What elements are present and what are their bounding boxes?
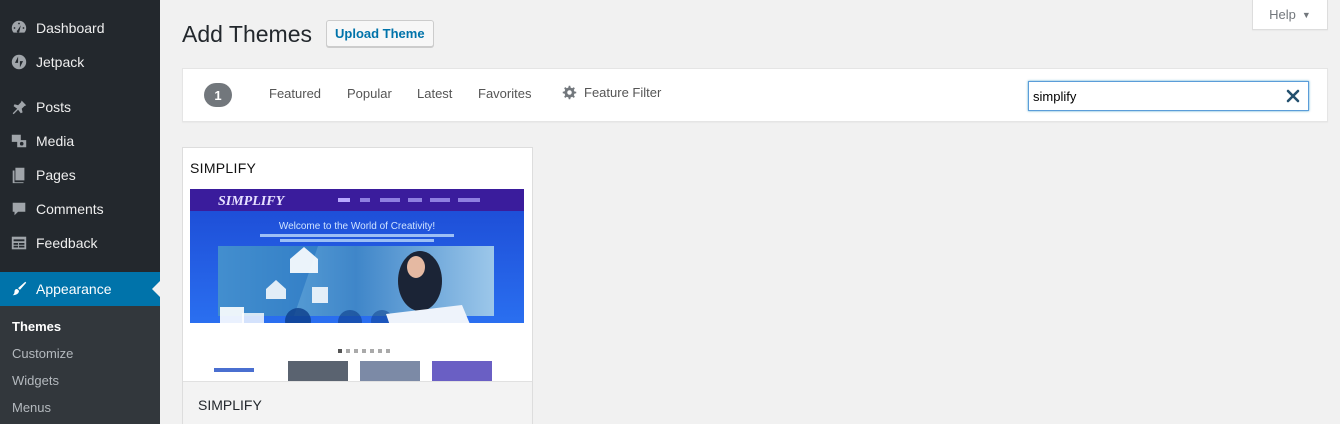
pages-icon [0, 166, 36, 184]
help-label: Help [1269, 7, 1296, 22]
feedback-icon [0, 234, 36, 252]
menu-item-label: Jetpack [36, 54, 85, 70]
theme-card-footer: SIMPLIFY [183, 381, 532, 424]
menu-item-comments[interactable]: Comments [0, 192, 160, 226]
menu-item-media[interactable]: Media [0, 124, 160, 158]
menu-item-label: Posts [36, 99, 72, 115]
admin-sidebar: Dashboard Jetpack Posts Media Pages Comm… [0, 0, 160, 424]
feature-filter-label: Feature Filter [584, 85, 662, 100]
theme-count-badge: 1 [204, 83, 232, 107]
paintbrush-icon [0, 280, 36, 298]
svg-text:SIMPLIFY: SIMPLIFY [218, 194, 286, 209]
upload-theme-button[interactable]: Upload Theme [326, 20, 434, 47]
submenu-item-menus[interactable]: Menus [12, 400, 51, 415]
menu-item-label: Appearance [36, 281, 112, 297]
menu-item-label: Dashboard [36, 20, 105, 36]
menu-item-feedback[interactable]: Feedback [0, 226, 160, 260]
filter-link-featured[interactable]: Featured [269, 86, 321, 101]
menu-item-label: Comments [36, 201, 104, 217]
feature-filter-button[interactable]: Feature Filter [562, 85, 661, 100]
menu-item-appearance[interactable]: Appearance [0, 272, 160, 306]
menu-item-dashboard[interactable]: Dashboard [0, 11, 160, 45]
theme-preview-image: SIMPLIFY Welcome to the World of Creativ… [190, 189, 524, 382]
gear-icon [562, 85, 577, 100]
menu-item-posts[interactable]: Posts [0, 90, 160, 124]
svg-text:Welcome to the World of Creati: Welcome to the World of Creativity! [279, 221, 435, 232]
pushpin-icon [0, 98, 36, 116]
page-title: Add Themes [182, 21, 312, 47]
theme-name: SIMPLIFY [198, 397, 262, 413]
caret-down-icon: ▼ [1301, 9, 1311, 20]
help-tab-button[interactable]: Help ▼ [1252, 0, 1328, 30]
jetpack-icon [0, 53, 36, 71]
theme-search-input[interactable] [1028, 81, 1309, 111]
media-icon [0, 132, 36, 150]
theme-screenshot[interactable]: SIMPLIFY Welcome to the World of Creativ… [190, 189, 524, 382]
submenu-item-themes[interactable]: Themes [12, 319, 61, 334]
menu-item-label: Feedback [36, 235, 98, 251]
filter-link-latest[interactable]: Latest [417, 86, 452, 101]
clear-search-icon[interactable] [1286, 89, 1300, 103]
menu-item-label: Pages [36, 167, 76, 183]
theme-card[interactable]: SIMPLIFY SIMPLIFY Welcome to the World o… [182, 147, 533, 424]
appearance-submenu: Themes Customize Widgets Menus [0, 306, 160, 424]
dashboard-icon [0, 19, 36, 37]
filter-link-popular[interactable]: Popular [347, 86, 392, 101]
theme-card-heading: SIMPLIFY [190, 160, 257, 176]
menu-item-jetpack[interactable]: Jetpack [0, 45, 160, 79]
submenu-item-widgets[interactable]: Widgets [12, 373, 59, 388]
theme-filter-bar: 1 Featured Popular Latest Favorites Feat… [182, 68, 1328, 122]
menu-item-label: Media [36, 133, 75, 149]
menu-item-pages[interactable]: Pages [0, 158, 160, 192]
submenu-item-customize[interactable]: Customize [12, 346, 73, 361]
filter-link-favorites[interactable]: Favorites [478, 86, 531, 101]
comment-icon [0, 200, 36, 218]
